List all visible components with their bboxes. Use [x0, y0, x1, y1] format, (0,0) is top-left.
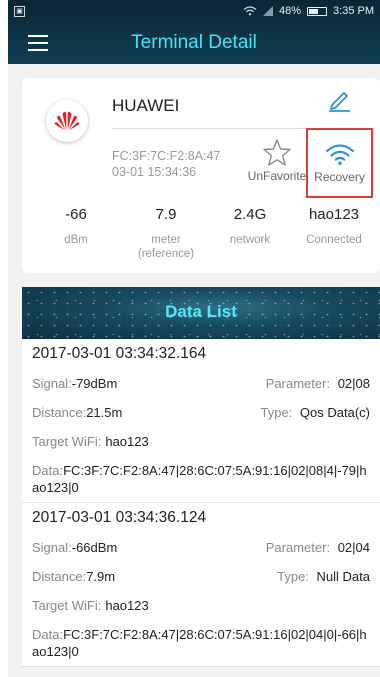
- app-screen: ▣ 48% 3:35 PM Terminal Detail HUAWEI FC:…: [8, 0, 380, 677]
- record-row: Distance: 7.9m Type: Null Data: [32, 562, 370, 591]
- parameter-field: Parameter: 02|08: [266, 376, 370, 391]
- record-row: Signal: -79dBm Parameter: 02|08: [32, 369, 370, 398]
- parameter-label: Parameter:: [265, 540, 331, 555]
- menu-icon[interactable]: [28, 35, 48, 51]
- device-time: 03-01 15:34:36: [112, 165, 197, 179]
- type-label: Type:: [260, 405, 293, 420]
- data-value: FC:3F:7C:F2:8A:47|28:6C:07:5A:91:16|02|0…: [32, 627, 367, 659]
- parameter-label: Parameter:: [265, 376, 331, 391]
- target-label: Target WiFi:: [32, 598, 102, 613]
- record-row: Signal: -66dBm Parameter: 02|04: [32, 533, 370, 562]
- unfavorite-label: UnFavorite: [247, 169, 307, 183]
- device-brand: HUAWEI: [112, 96, 180, 115]
- distance-label: Distance:: [32, 405, 87, 420]
- mac-address: FC:3F:7C:F2:8A:47: [112, 149, 221, 163]
- data-list-title: Data List: [165, 302, 237, 321]
- stat-label: Connected: [306, 234, 362, 246]
- battery-icon: [307, 6, 328, 16]
- stat-value: 2.4G: [233, 206, 267, 223]
- stat-label: dBm: [64, 234, 88, 246]
- signal-value: -79dBm: [71, 376, 118, 391]
- type-value: Null Data: [316, 569, 370, 584]
- type-value: Qos Data(c): [299, 405, 370, 420]
- stat-distance: 7.9 meter (reference): [126, 206, 206, 261]
- edit-icon[interactable]: [326, 86, 352, 112]
- star-icon: [263, 139, 291, 166]
- stat-network: 2.4G network: [210, 206, 290, 247]
- parameter-field: Parameter: 02|04: [266, 540, 370, 555]
- list-item[interactable]: 2017-03-01 03:34:32.164 Signal: -79dBm P…: [22, 339, 380, 503]
- stat-label: network: [229, 234, 271, 246]
- data-value: FC:3F:7C:F2:8A:47|28:6C:07:5A:91:16|02|0…: [32, 463, 367, 495]
- record-row: Target WiFi: hao123: [32, 591, 370, 620]
- unfavorite-button[interactable]: UnFavorite: [242, 138, 312, 183]
- data-label: Data:: [32, 463, 64, 478]
- recovery-label: Recovery: [314, 170, 365, 184]
- record-time: 2017-03-01 03:34:36.124: [32, 509, 207, 526]
- stat-signal: -66 dBm: [36, 206, 116, 247]
- type-field: Type: Null Data: [277, 569, 370, 584]
- record-time: 2017-03-01 03:34:32.164: [32, 345, 207, 362]
- sim-icon: ▣: [14, 5, 25, 17]
- signal-label: Signal:: [32, 376, 72, 391]
- status-bar: ▣ 48% 3:35 PM: [8, 0, 380, 22]
- page-title: Terminal Detail: [131, 32, 257, 53]
- stat-value: hao123: [308, 206, 360, 223]
- type-label: Type:: [277, 569, 309, 584]
- target-value: hao123: [105, 598, 149, 613]
- record-row: Target WiFi: hao123: [32, 427, 370, 456]
- device-info: FC:3F:7C:F2:8A:47 03-01 15:34:36: [112, 148, 220, 180]
- wifi-icon: [325, 144, 354, 166]
- parameter-value: 02|08: [337, 376, 370, 391]
- parameter-value: 02|04: [337, 540, 370, 555]
- signal-icon: [263, 6, 273, 16]
- distance-value: 21.5m: [86, 405, 123, 420]
- battery-percent: 48%: [279, 5, 302, 17]
- stat-value: 7.9: [155, 206, 177, 223]
- signal-value: -66dBm: [71, 540, 118, 555]
- data-list-banner: Data List: [22, 287, 380, 339]
- stat-connection: hao123 Connected: [294, 206, 374, 247]
- data-list: 2017-03-01 03:34:32.164 Signal: -79dBm P…: [22, 339, 380, 667]
- header: ▣ 48% 3:35 PM Terminal Detail: [8, 0, 380, 64]
- recovery-button[interactable]: Recovery: [306, 128, 373, 198]
- stat-value: -66: [65, 206, 87, 223]
- terminal-card: HUAWEI FC:3F:7C:F2:8A:47 03-01 15:34:36 …: [22, 78, 380, 273]
- record-row: Distance: 21.5m Type: Qos Data(c): [32, 398, 370, 427]
- distance-label: Distance:: [32, 569, 87, 584]
- target-value: hao123: [105, 434, 149, 449]
- type-field: Type: Qos Data(c): [261, 405, 371, 420]
- target-label: Target WiFi:: [32, 434, 102, 449]
- list-item[interactable]: 2017-03-01 03:34:36.124 Signal: -66dBm P…: [22, 503, 380, 667]
- huawei-logo-icon: [46, 100, 88, 142]
- signal-label: Signal:: [32, 540, 72, 555]
- wifi-status-icon: [243, 6, 257, 16]
- data-label: Data:: [32, 627, 64, 642]
- distance-value: 7.9m: [86, 569, 116, 584]
- stat-label: meter (reference): [137, 234, 195, 260]
- title-bar: Terminal Detail: [8, 22, 380, 64]
- record-data: Data:FC:3F:7C:F2:8A:47|28:6C:07:5A:91:16…: [32, 620, 370, 666]
- record-data: Data:FC:3F:7C:F2:8A:47|28:6C:07:5A:91:16…: [32, 456, 370, 502]
- clock: 3:35 PM: [333, 5, 374, 17]
